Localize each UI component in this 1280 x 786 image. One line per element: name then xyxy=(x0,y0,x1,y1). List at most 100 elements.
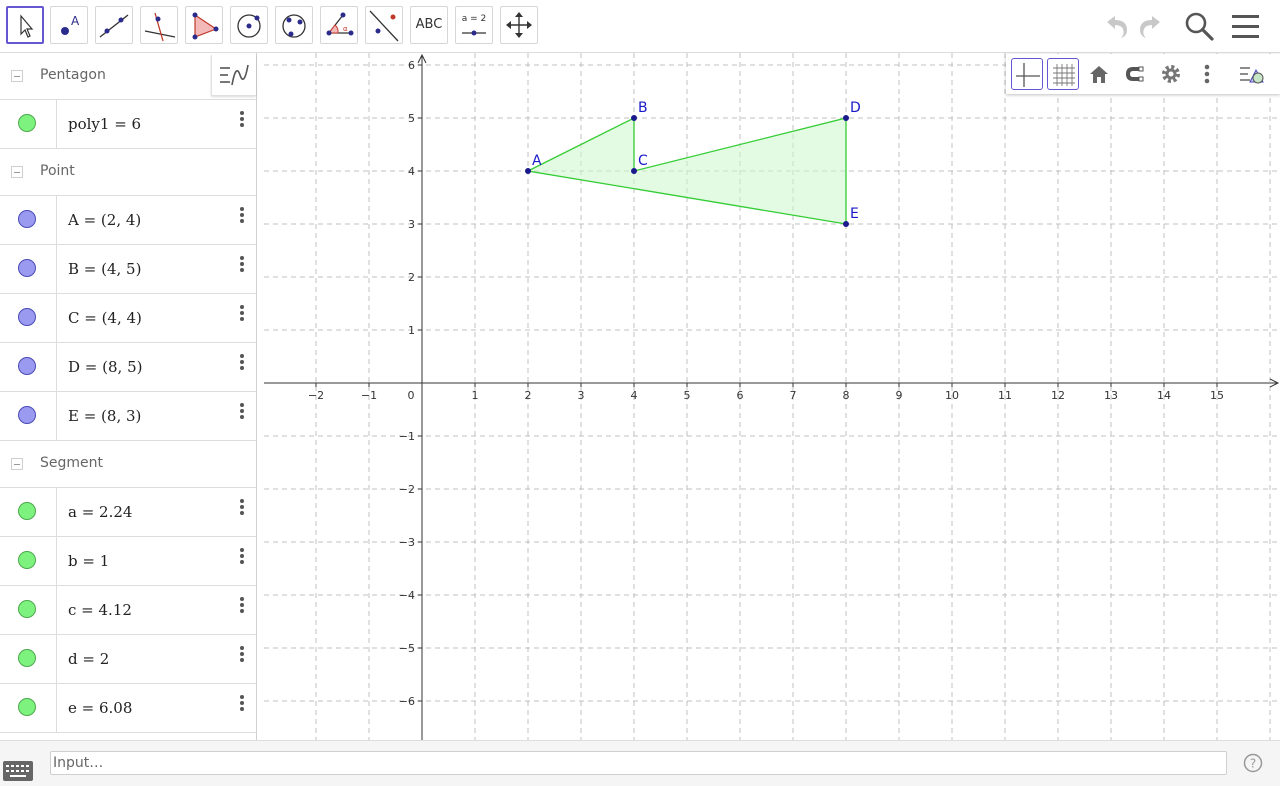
algebra-item[interactable]: e = 6.08 xyxy=(0,684,256,733)
home-icon xyxy=(1090,66,1108,83)
algebra-item-text[interactable]: c = 4.12 xyxy=(68,601,132,619)
point-capturing-button[interactable] xyxy=(1119,58,1151,90)
algebra-item[interactable]: b = 1 xyxy=(0,537,256,586)
point-label-d: D xyxy=(850,100,861,116)
algebra-item[interactable]: c = 4.12 xyxy=(0,586,256,635)
visibility-toggle-icon[interactable] xyxy=(18,357,36,375)
x-tick-label: 9 xyxy=(896,389,903,402)
algebra-item-text[interactable]: d = 2 xyxy=(68,650,109,668)
settings-button[interactable] xyxy=(1155,58,1187,90)
algebra-item-text[interactable]: E = (8, 3) xyxy=(68,407,141,425)
y-tick-label: 1 xyxy=(408,324,415,337)
grid-toggle-button[interactable] xyxy=(1047,58,1079,90)
algebra-item[interactable]: A = (2, 4) xyxy=(0,196,256,245)
visibility-toggle-icon[interactable] xyxy=(18,649,36,667)
menu-icon[interactable] xyxy=(1228,8,1264,44)
item-more-icon[interactable] xyxy=(234,546,250,568)
algebra-item[interactable]: B = (4, 5) xyxy=(0,245,256,294)
point-e[interactable] xyxy=(843,221,849,227)
undo-icon[interactable] xyxy=(1097,8,1133,44)
algebra-item-text[interactable]: b = 1 xyxy=(68,552,109,570)
visibility-toggle-icon[interactable] xyxy=(18,551,36,569)
item-more-icon[interactable] xyxy=(234,497,250,519)
item-more-icon[interactable] xyxy=(234,595,250,617)
move-graphics-tool[interactable] xyxy=(500,6,538,44)
collapse-toggle-icon[interactable] xyxy=(11,70,23,82)
circle-three-points-tool[interactable] xyxy=(275,6,313,44)
y-tick-label: 2 xyxy=(408,271,415,284)
marble-cell xyxy=(0,196,57,244)
style-bar-toggle-button[interactable] xyxy=(1236,58,1268,90)
algebra-item-text[interactable]: e = 6.08 xyxy=(68,699,132,717)
point-tool[interactable]: A xyxy=(50,6,88,44)
algebra-item[interactable]: C = (4, 4) xyxy=(0,294,256,343)
slider-icon xyxy=(462,30,486,36)
search-icon[interactable] xyxy=(1181,8,1217,44)
algebra-item-text[interactable]: C = (4, 4) xyxy=(68,309,142,327)
angle-icon: α xyxy=(326,12,354,36)
marble-cell xyxy=(0,294,57,342)
algebra-item-text[interactable]: a = 2.24 xyxy=(68,503,132,521)
graphics-view[interactable]: −2 −1 0 1 2 3 4 5 6 7 8 9 10 11 12 13 14 15 1 2 3 4 5 6 −1 −2 −3 −4… xyxy=(264,53,1280,740)
visibility-toggle-icon[interactable] xyxy=(18,502,36,520)
visibility-toggle-icon[interactable] xyxy=(18,600,36,618)
visibility-toggle-icon[interactable] xyxy=(18,259,36,277)
help-button[interactable]: ? xyxy=(1243,753,1263,773)
visibility-toggle-icon[interactable] xyxy=(18,210,36,228)
collapse-toggle-icon[interactable] xyxy=(11,166,23,178)
collapse-toggle-icon[interactable] xyxy=(11,458,23,470)
redo-icon[interactable] xyxy=(1134,8,1170,44)
x-tick-label: 2 xyxy=(525,389,532,402)
polygon-tool[interactable] xyxy=(185,6,223,44)
item-more-icon[interactable] xyxy=(234,205,250,227)
item-more-icon[interactable] xyxy=(234,303,250,325)
visibility-toggle-icon[interactable] xyxy=(18,698,36,716)
point-d[interactable] xyxy=(843,115,849,121)
circle-center-point-tool[interactable] xyxy=(230,6,268,44)
visibility-toggle-icon[interactable] xyxy=(18,114,36,132)
y-tick-label: −2 xyxy=(399,483,415,496)
algebra-item-text[interactable]: D = (8, 5) xyxy=(68,358,142,376)
algebra-item-text[interactable]: A = (2, 4) xyxy=(68,211,141,229)
axes-toggle-button[interactable] xyxy=(1011,58,1043,90)
slider-tool[interactable]: a = 2 xyxy=(455,6,493,44)
algebra-item[interactable]: d = 2 xyxy=(0,635,256,684)
marble-cell xyxy=(0,684,57,732)
more-options-button[interactable] xyxy=(1191,58,1223,90)
y-tick-label: 4 xyxy=(408,165,415,178)
algebra-item[interactable]: a = 2.24 xyxy=(0,488,256,537)
x-tick-label: 15 xyxy=(1210,389,1224,402)
standard-view-button[interactable] xyxy=(1083,58,1115,90)
item-more-icon[interactable] xyxy=(234,644,250,666)
angle-tool[interactable]: α xyxy=(320,6,358,44)
move-tool[interactable] xyxy=(6,6,44,44)
graphics-canvas[interactable]: −2 −1 0 1 2 3 4 5 6 7 8 9 10 11 12 13 14 15123456−1−2−3−4… xyxy=(264,53,1280,740)
item-more-icon[interactable] xyxy=(234,401,250,423)
style-toggle-icon xyxy=(1240,67,1264,84)
line-tool[interactable] xyxy=(95,6,133,44)
algebra-view-toggle-button[interactable] xyxy=(211,55,256,96)
algebra-item[interactable]: E = (8, 3) xyxy=(0,392,256,441)
visibility-toggle-icon[interactable] xyxy=(18,406,36,424)
item-more-icon[interactable] xyxy=(234,693,250,715)
algebra-item[interactable]: D = (8, 5) xyxy=(0,343,256,392)
algebra-view: Pentagon poly1 = 6 Point A = (2, 4) B = (4, … xyxy=(0,53,257,740)
visibility-toggle-icon[interactable] xyxy=(18,308,36,326)
y-tick-label: 3 xyxy=(408,218,415,231)
algebra-item[interactable]: poly1 = 6 xyxy=(0,100,256,149)
algebra-item-text[interactable]: poly1 = 6 xyxy=(68,115,141,133)
point-c[interactable] xyxy=(631,168,637,174)
help-icon: ? xyxy=(1243,753,1263,773)
text-tool[interactable]: ABC xyxy=(410,6,448,44)
reflect-tool[interactable] xyxy=(365,6,403,44)
item-more-icon[interactable] xyxy=(234,352,250,374)
keyboard-toggle-button[interactable] xyxy=(3,761,33,781)
algebra-item-text[interactable]: B = (4, 5) xyxy=(68,260,141,278)
point-b[interactable] xyxy=(631,115,637,121)
point-a[interactable] xyxy=(525,168,531,174)
algebra-input-field[interactable] xyxy=(50,751,1227,775)
item-more-icon[interactable] xyxy=(234,109,250,131)
slider-tool-label: a = 2 xyxy=(461,14,487,24)
item-more-icon[interactable] xyxy=(234,254,250,276)
perpendicular-line-tool[interactable] xyxy=(140,6,178,44)
